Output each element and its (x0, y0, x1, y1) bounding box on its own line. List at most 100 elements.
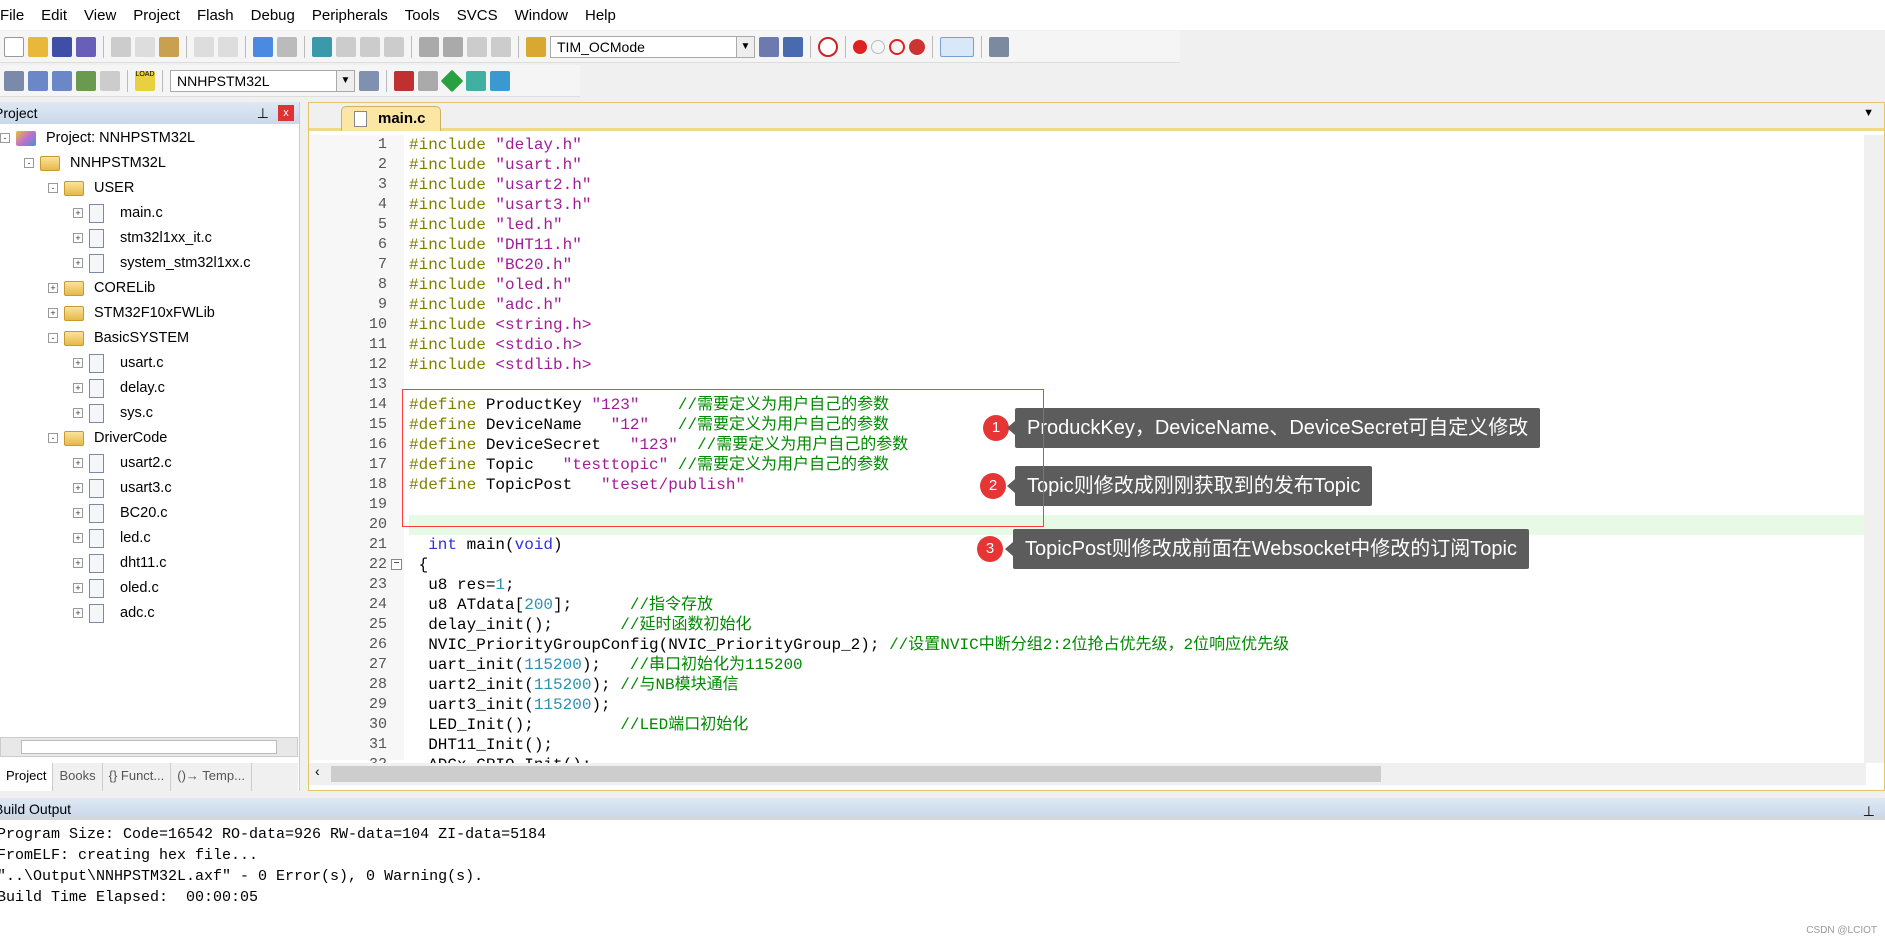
tree-item[interactable]: + delay.c (73, 376, 165, 400)
vertical-scrollbar[interactable] (1864, 135, 1884, 763)
expand-icon[interactable]: + (73, 533, 83, 543)
find-in-files-icon[interactable] (526, 36, 546, 57)
expand-icon[interactable]: + (73, 258, 83, 268)
next-bookmark-icon[interactable] (360, 36, 380, 57)
pin-icon[interactable]: ⊥ (1863, 800, 1875, 822)
save-icon[interactable] (52, 36, 72, 57)
find-icon[interactable] (759, 36, 779, 57)
expand-icon[interactable]: + (73, 583, 83, 593)
expand-icon[interactable]: + (73, 483, 83, 493)
collapse-icon[interactable]: - (48, 333, 58, 343)
expand-icon[interactable]: + (73, 508, 83, 518)
tree-item[interactable]: + stm32l1xx_it.c (73, 226, 212, 250)
disable-breakpoint-icon[interactable] (871, 39, 885, 54)
tab-list-chevron-icon[interactable]: ▼ (1863, 107, 1874, 119)
menu-flash[interactable]: Flash (189, 7, 243, 24)
menu-svcs[interactable]: SVCS (449, 7, 507, 24)
open-file-icon[interactable] (28, 36, 48, 57)
expand-icon[interactable]: + (73, 408, 83, 418)
tree-item[interactable]: - Project: NNHPSTM32L (0, 126, 195, 150)
prev-bookmark-icon[interactable] (336, 36, 356, 57)
target-options-icon[interactable] (359, 70, 379, 91)
tree-item[interactable]: + usart2.c (73, 451, 172, 475)
menu-peripherals[interactable]: Peripherals (304, 7, 397, 24)
copy-icon[interactable] (135, 36, 155, 57)
nav-forward-icon[interactable] (277, 36, 297, 57)
tree-item[interactable]: + sys.c (73, 401, 153, 425)
menu-edit[interactable]: Edit (33, 7, 76, 24)
breakpoint-icon[interactable] (853, 39, 867, 54)
cut-icon[interactable] (111, 36, 131, 57)
tree-item[interactable]: - DriverCode (48, 426, 167, 450)
chevron-down-icon[interactable]: ▼ (736, 36, 754, 57)
tree-item[interactable]: + STM32F10xFWLib (48, 301, 215, 325)
redo-icon[interactable] (218, 36, 238, 57)
tab-main-c[interactable]: main.c (341, 106, 441, 131)
clear-bookmarks-icon[interactable] (384, 36, 404, 57)
comment-icon[interactable] (467, 36, 487, 57)
expand-icon[interactable]: + (73, 608, 83, 618)
menu-window[interactable]: Window (507, 7, 577, 24)
tree-item[interactable]: + dht11.c (73, 551, 167, 575)
wrench-icon[interactable] (989, 36, 1009, 57)
panel-tab[interactable]: Project (0, 763, 54, 791)
tree-item[interactable]: + BC20.c (73, 501, 168, 525)
menu-project[interactable]: Project (125, 7, 189, 24)
rte-icon[interactable] (466, 70, 486, 91)
undo-icon[interactable] (194, 36, 214, 57)
expand-icon[interactable]: + (73, 208, 83, 218)
tree-item[interactable]: + CORELib (48, 276, 155, 300)
fold-icon[interactable]: − (391, 559, 402, 570)
expand-icon[interactable]: + (73, 233, 83, 243)
collapse-icon[interactable]: - (0, 133, 10, 143)
menu-tools[interactable]: Tools (397, 7, 449, 24)
download-icon[interactable]: LOAD (135, 70, 155, 91)
horizontal-scrollbar[interactable] (0, 737, 298, 757)
tree-item[interactable]: + oled.c (73, 576, 159, 600)
find-combo[interactable]: TIM_OCMode ▼ (550, 35, 755, 58)
run-time-env-icon[interactable] (490, 70, 510, 91)
incremental-find-icon[interactable] (783, 36, 803, 57)
expand-icon[interactable]: + (73, 558, 83, 568)
rebuild-icon[interactable] (52, 70, 72, 91)
window-layout-icon[interactable] (940, 36, 974, 57)
chevron-down-icon[interactable]: ▼ (336, 70, 354, 91)
batch-build-icon[interactable] (76, 70, 96, 91)
kill-breakpoints-icon[interactable] (909, 38, 925, 55)
translate-icon[interactable] (4, 70, 24, 91)
collapse-icon[interactable]: - (48, 433, 58, 443)
unindent-icon[interactable] (443, 36, 463, 57)
tree-item[interactable]: + usart.c (73, 351, 164, 375)
select-packs-icon[interactable] (418, 70, 438, 91)
menu-help[interactable]: Help (577, 7, 625, 24)
nav-back-icon[interactable] (253, 36, 273, 57)
horizontal-scrollbar[interactable]: ‹ (309, 763, 1866, 785)
uncomment-icon[interactable] (491, 36, 511, 57)
tree-item[interactable]: + led.c (73, 526, 151, 550)
indent-icon[interactable] (419, 36, 439, 57)
expand-icon[interactable]: + (73, 383, 83, 393)
disable-all-breakpoints-icon[interactable] (889, 38, 905, 55)
build-icon[interactable] (28, 70, 48, 91)
panel-tab[interactable]: Books (53, 763, 103, 791)
debug-start-icon[interactable] (818, 36, 838, 57)
target-combo[interactable]: NNHPSTM32L ▼ (170, 69, 355, 92)
close-icon[interactable]: x (278, 105, 294, 121)
expand-icon[interactable]: + (48, 283, 58, 293)
collapse-icon[interactable]: - (24, 158, 34, 168)
tree-item[interactable]: + adc.c (73, 601, 155, 625)
tree-item[interactable]: - USER (48, 176, 134, 200)
expand-icon[interactable]: + (73, 458, 83, 468)
save-all-icon[interactable] (76, 36, 96, 57)
menu-debug[interactable]: Debug (243, 7, 304, 24)
panel-tab[interactable]: {} Funct... (103, 763, 172, 791)
pack-installer-icon[interactable] (440, 69, 464, 92)
bookmark-icon[interactable] (312, 36, 332, 57)
panel-tab[interactable]: ()→ Temp... (171, 763, 252, 791)
tree-item[interactable]: - NNHPSTM32L (24, 151, 166, 175)
collapse-icon[interactable]: - (48, 183, 58, 193)
expand-icon[interactable]: + (48, 308, 58, 318)
tree-item[interactable]: + usart3.c (73, 476, 172, 500)
manage-components-icon[interactable] (394, 70, 414, 91)
pin-icon[interactable]: ⊥ (257, 102, 269, 124)
